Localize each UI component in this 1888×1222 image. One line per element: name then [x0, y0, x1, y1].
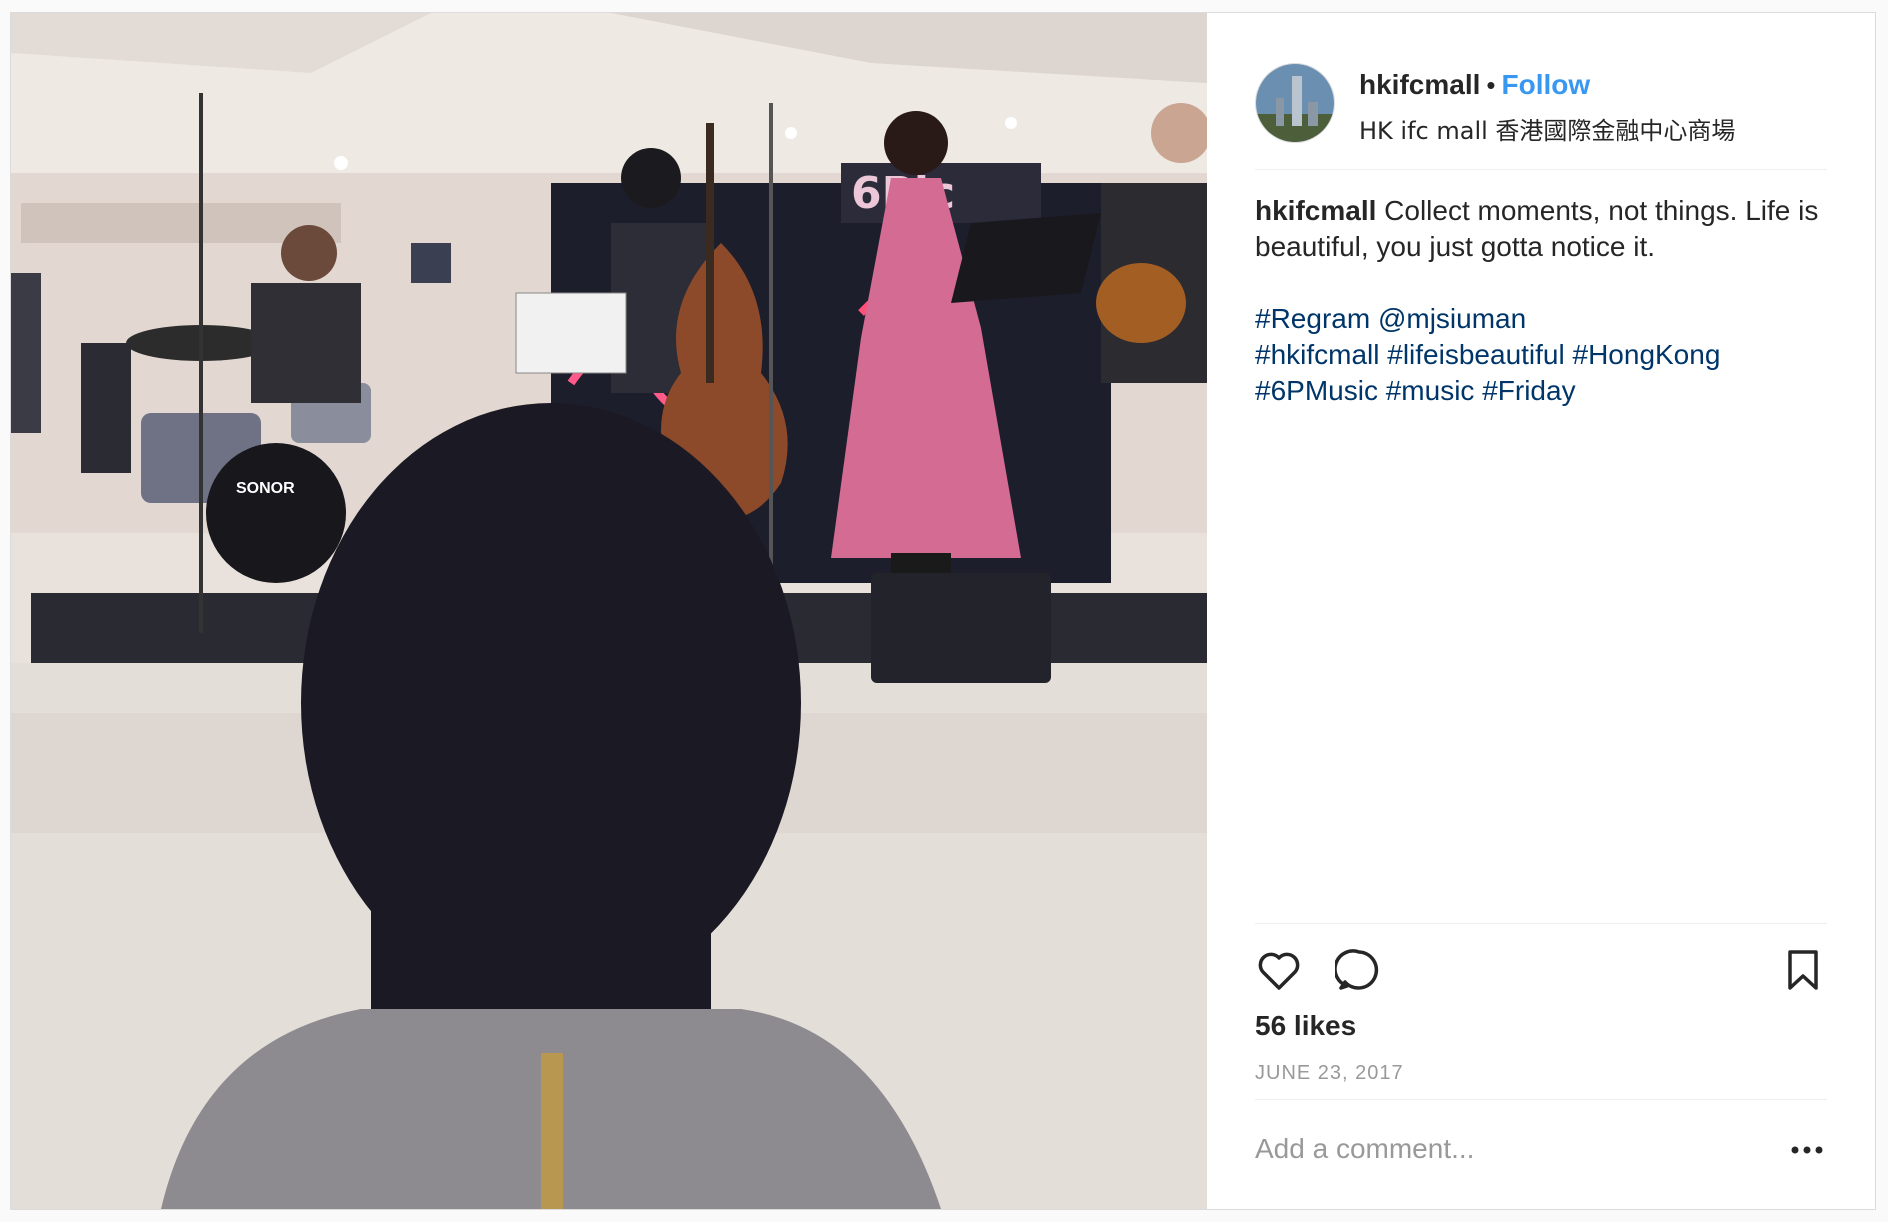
mention-link[interactable]: @mjsiuman [1378, 303, 1526, 334]
caption-username[interactable]: hkifcmall [1255, 195, 1376, 226]
hashtag-link[interactable]: #6PMusic [1255, 375, 1378, 406]
drum-brand-text: SONOR [236, 480, 295, 497]
likes-count[interactable]: 56 likes [1255, 1010, 1356, 1042]
comment-icon[interactable] [1333, 946, 1383, 994]
post-photo[interactable]: 6Pic SONOR [11, 13, 1207, 1209]
post-actions: 56 likes JUNE 23, 2017 [1255, 923, 1827, 1120]
post-sidebar: hkifcmall • Follow HK ifc mall 香港國際金融中心商場 … [1207, 13, 1875, 1209]
hashtags: #Regram @mjsiuman #hkifcmall #lifeisbeau… [1255, 301, 1835, 409]
comment-input[interactable] [1255, 1124, 1755, 1174]
post-date: JUNE 23, 2017 [1255, 1062, 1404, 1084]
avatar[interactable] [1255, 63, 1335, 143]
location-link[interactable]: HK ifc mall 香港國際金融中心商場 [1359, 111, 1735, 146]
follow-button[interactable]: Follow [1502, 69, 1591, 100]
hashtag-link[interactable]: #Regram [1255, 303, 1370, 334]
bookmark-icon[interactable] [1779, 946, 1827, 994]
comment-bar [1255, 1099, 1827, 1210]
hashtag-link[interactable]: #HongKong [1573, 339, 1721, 370]
heart-icon[interactable] [1255, 946, 1303, 994]
hashtag-link[interactable]: #hkifcmall [1255, 339, 1379, 370]
post-header: hkifcmall • Follow HK ifc mall 香港國際金融中心商場 [1255, 49, 1827, 170]
hashtag-link[interactable]: #lifeisbeautiful [1387, 339, 1564, 370]
hashtag-link[interactable]: #Friday [1482, 375, 1575, 406]
more-icon[interactable] [1787, 1130, 1827, 1170]
header-text: hkifcmall • Follow HK ifc mall 香港國際金融中心商場 [1359, 69, 1735, 146]
username[interactable]: hkifcmall [1359, 69, 1480, 100]
post-card: 6Pic SONOR [10, 12, 1876, 1210]
caption: hkifcmall Collect moments, not things. L… [1255, 193, 1835, 409]
hashtag-link[interactable]: #music [1386, 375, 1475, 406]
separator-dot: • [1486, 70, 1496, 100]
